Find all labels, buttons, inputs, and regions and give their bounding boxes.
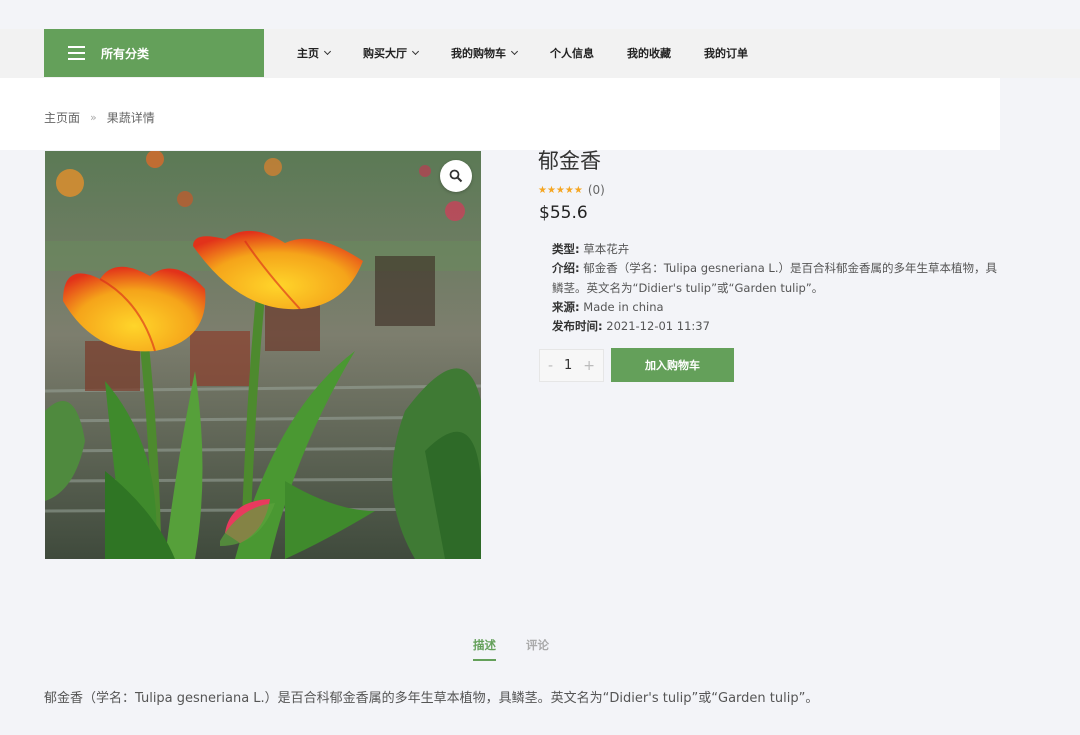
detail-value: Made in china <box>583 299 664 314</box>
star-rating-icon: ★★★★★ <box>538 184 583 196</box>
chevron-down-icon <box>510 47 519 56</box>
tab-reviews[interactable]: 评论 <box>526 637 549 661</box>
nav-favorites[interactable]: 我的收藏 <box>627 45 671 61</box>
detail-label: 介绍: <box>552 261 580 276</box>
zoom-button[interactable] <box>440 160 472 192</box>
detail-label: 发布时间: <box>552 319 603 334</box>
quantity-decrement-button[interactable]: - <box>548 358 553 374</box>
detail-label: 来源: <box>552 299 580 314</box>
menu-icon <box>68 46 85 60</box>
tab-description[interactable]: 描述 <box>473 637 496 661</box>
chevron-down-icon <box>411 47 420 56</box>
product-image[interactable] <box>45 151 481 559</box>
detail-value: 郁金香（学名：Tulipa gesneriana L.）是百合科郁金香属的多年生… <box>552 261 997 295</box>
nav-my-cart[interactable]: 我的购物车 <box>451 45 519 61</box>
nav-favorites-label: 我的收藏 <box>627 47 671 60</box>
breadcrumb: 主页面 » 果蔬详情 <box>44 109 155 126</box>
tulip-photo <box>45 151 481 559</box>
main-nav: 主页 购买大厅 我的购物车 个人信息 我的收藏 我的订单 <box>297 29 781 77</box>
nav-home-label: 主页 <box>297 47 319 60</box>
all-categories-button[interactable]: 所有分类 <box>44 29 264 77</box>
nav-my-cart-label: 我的购物车 <box>451 47 506 60</box>
quantity-increment-button[interactable]: + <box>583 358 595 374</box>
add-to-cart-button[interactable]: 加入购物车 <box>611 348 734 382</box>
nav-orders[interactable]: 我的订单 <box>704 45 748 61</box>
nav-orders-label: 我的订单 <box>704 47 748 60</box>
all-categories-label: 所有分类 <box>101 46 150 61</box>
product-description: 郁金香（学名：Tulipa gesneriana L.）是百合科郁金香属的多年生… <box>44 691 819 706</box>
breadcrumb-separator: » <box>90 111 97 124</box>
chevron-down-icon <box>323 47 332 56</box>
product-rating: ★★★★★ (0) <box>538 183 605 197</box>
product-price: $55.6 <box>539 203 588 223</box>
detail-origin: 来源: Made in china <box>552 298 1002 317</box>
nav-home[interactable]: 主页 <box>297 45 332 61</box>
nav-shop-hall-label: 购买大厅 <box>363 47 407 60</box>
nav-shop-hall[interactable]: 购买大厅 <box>363 45 420 61</box>
product-tabs: 描述 评论 <box>473 637 579 661</box>
search-icon <box>449 169 463 183</box>
product-title: 郁金香 <box>538 149 601 173</box>
product-details: 类型: 草本花卉 介绍: 郁金香（学名：Tulipa gesneriana L.… <box>552 240 1002 336</box>
breadcrumb-current: 果蔬详情 <box>106 111 155 125</box>
quantity-stepper[interactable]: - 1 + <box>539 349 604 382</box>
detail-label: 类型: <box>552 242 580 256</box>
detail-published: 发布时间: 2021-12-01 11:37 <box>552 317 1002 336</box>
detail-intro: 介绍: 郁金香（学名：Tulipa gesneriana L.）是百合科郁金香属… <box>552 259 1002 298</box>
detail-type: 类型: 草本花卉 <box>552 240 1002 259</box>
detail-value: 2021-12-01 11:37 <box>606 319 710 334</box>
detail-value: 草本花卉 <box>583 242 630 256</box>
quantity-value[interactable]: 1 <box>564 358 572 373</box>
review-count[interactable]: (0) <box>588 183 605 197</box>
breadcrumb-home-link[interactable]: 主页面 <box>44 109 80 126</box>
nav-profile-label: 个人信息 <box>550 47 594 60</box>
nav-profile[interactable]: 个人信息 <box>550 45 594 61</box>
